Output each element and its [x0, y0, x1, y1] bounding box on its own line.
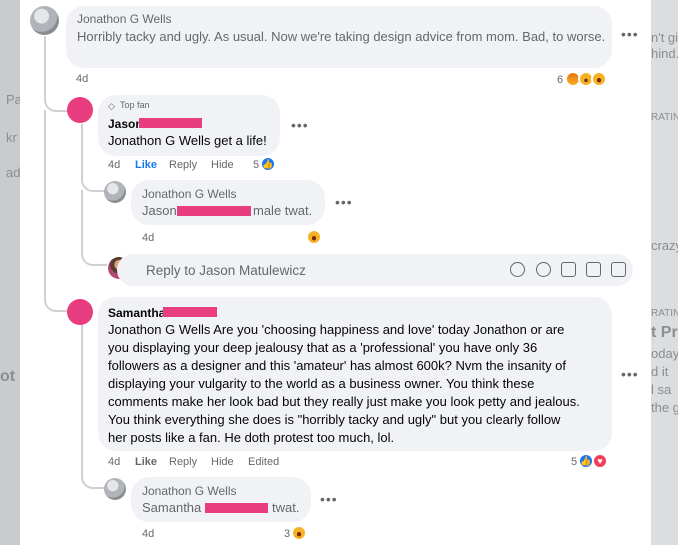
comment-text-suffix: twat. — [272, 500, 300, 515]
more-options-button[interactable]: ••• — [621, 366, 639, 382]
reply-input[interactable]: Reply to Jason Matulewicz — [117, 254, 633, 286]
avatar[interactable] — [67, 299, 93, 325]
background-text: n't gi — [651, 30, 678, 45]
comment-time[interactable]: 4d — [142, 528, 154, 540]
avatar[interactable] — [67, 97, 93, 123]
comment-text-line: followers as a designer and this 'amateu… — [108, 358, 567, 373]
background-text: crazy — [651, 238, 678, 253]
background-text: d it — [651, 364, 669, 379]
reply-button[interactable]: Reply — [169, 159, 197, 171]
thread-line — [81, 190, 107, 266]
comment-time[interactable]: 4d — [108, 456, 120, 468]
more-options-button[interactable]: ••• — [320, 491, 338, 507]
background-text: ad — [6, 165, 20, 180]
background-text: RATIN — [651, 112, 678, 123]
reply-placeholder: Reply to Jason Matulewicz — [146, 263, 306, 278]
redaction — [205, 503, 268, 513]
hide-button[interactable]: Hide — [211, 456, 234, 468]
haha-reaction-icon — [306, 229, 322, 245]
redaction — [139, 118, 202, 128]
comment-author[interactable]: Jonathon G Wells — [142, 187, 237, 201]
like-reaction-icon: 👍 — [260, 156, 276, 172]
gif-icon[interactable] — [586, 262, 601, 277]
background-right: n't gi hind. RATIN crazy RATIN t Pr oday… — [651, 0, 678, 545]
haha-reaction-icon — [591, 71, 607, 87]
comment-text-line: You think everything she does is "horrib… — [108, 412, 561, 427]
redaction — [177, 206, 251, 216]
edited-label[interactable]: Edited — [248, 456, 279, 468]
comment-time[interactable]: 4d — [142, 232, 154, 244]
background-text: kr — [6, 130, 17, 145]
reaction-count[interactable]: 6 — [557, 74, 563, 86]
comment-text: Jonathon G Wells get a life! — [108, 133, 267, 148]
avatar[interactable] — [104, 478, 126, 500]
emoji-icon[interactable] — [536, 262, 551, 277]
background-text: the g — [651, 400, 678, 415]
comment-author[interactable]: Jason — [108, 117, 143, 131]
comment-text-line: you displaying your deep jealousy that a… — [108, 340, 538, 355]
like-button[interactable]: Like — [135, 456, 157, 468]
sticker-icon[interactable] — [611, 262, 626, 277]
background-text: hind. — [651, 46, 678, 61]
more-options-button[interactable]: ••• — [335, 194, 353, 210]
comment-text-suffix: male twat. — [253, 203, 313, 218]
reaction-count[interactable]: 5 — [253, 159, 259, 171]
camera-icon[interactable] — [561, 262, 576, 277]
avatar-sticker-icon[interactable] — [510, 262, 525, 277]
reaction-count[interactable]: 5 — [571, 456, 577, 468]
comment-text-prefix: Samantha — [142, 500, 202, 515]
comment-text-line: displaying your vulgarity to the world a… — [108, 376, 535, 391]
top-fan-badge-icon: ◇ — [108, 101, 115, 111]
background-text: RATIN — [651, 308, 678, 319]
more-options-button[interactable]: ••• — [621, 26, 639, 42]
redaction — [163, 307, 217, 317]
hide-button[interactable]: Hide — [211, 159, 234, 171]
more-options-button[interactable]: ••• — [291, 117, 309, 133]
reply-button[interactable]: Reply — [169, 456, 197, 468]
background-text: t Pr — [651, 324, 678, 341]
love-reaction-icon: ♥ — [592, 453, 608, 469]
comment-text-line: comments make her look bad but they real… — [108, 394, 580, 409]
like-button[interactable]: Like — [135, 159, 157, 171]
comment-time[interactable]: 4d — [76, 73, 88, 85]
thread-line — [44, 36, 68, 112]
avatar[interactable] — [30, 6, 59, 35]
reaction-count[interactable]: 3 — [284, 528, 290, 540]
background-text: ot — [0, 368, 16, 385]
comment-author[interactable]: Samantha — [108, 306, 165, 320]
background-left: Pa kr ad ot — [0, 0, 20, 545]
comment-time[interactable]: 4d — [108, 159, 120, 171]
top-fan-badge: Top fan — [120, 100, 150, 110]
background-text: Pa — [6, 92, 20, 107]
avatar[interactable] — [104, 181, 126, 203]
thread-line — [44, 110, 46, 300]
haha-reaction-icon — [291, 525, 307, 541]
comment-text-line: her posts like a fan. He doth protest to… — [108, 430, 395, 445]
comment-text-prefix: Jason — [142, 203, 177, 218]
comment-author[interactable]: Jonathon G Wells — [77, 12, 172, 26]
comment-text: Horribly tacky and ugly. As usual. Now w… — [77, 29, 606, 44]
comment-author[interactable]: Jonathon G Wells — [142, 484, 237, 498]
background-text: l sa — [651, 382, 672, 397]
comment-text-line: Jonathon G Wells Are you 'choosing happi… — [108, 322, 565, 337]
background-text: oday — [651, 346, 678, 361]
